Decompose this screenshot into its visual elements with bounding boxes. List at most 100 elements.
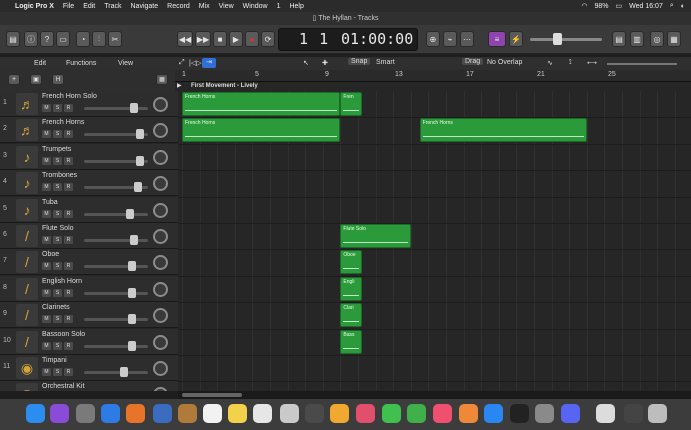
volume-fader-knob[interactable] [130, 103, 138, 113]
mute-button[interactable]: M [42, 156, 51, 165]
menu-file[interactable]: File [63, 3, 74, 10]
track-name[interactable]: Timpani [42, 357, 67, 364]
editors-button[interactable]: ✂ [108, 31, 122, 47]
automation-icon[interactable]: ⤢ [179, 59, 185, 67]
books-icon[interactable] [459, 404, 478, 423]
snap-value-select[interactable]: Smart [376, 59, 395, 66]
instrument-icon[interactable]: / [16, 225, 38, 247]
track-name[interactable]: Trumpets [42, 146, 71, 153]
mute-button[interactable]: M [42, 130, 51, 139]
instrument-icon[interactable]: ◉ [16, 383, 38, 391]
record-enable-button[interactable]: R [64, 288, 73, 297]
clock[interactable]: Wed 16:07 [629, 3, 663, 10]
record-enable-button[interactable]: R [64, 262, 73, 271]
solo-button[interactable]: S [53, 130, 62, 139]
volume-fader-knob[interactable] [128, 261, 136, 272]
midi-region[interactable]: French Horns [182, 92, 341, 116]
menu-1[interactable]: 1 [277, 3, 281, 10]
pencil-tool-icon[interactable]: ✚ [322, 59, 328, 67]
track-row[interactable]: 10 / Bassoon Solo M S R [0, 328, 178, 355]
mute-button[interactable]: M [42, 236, 51, 244]
arrange-area[interactable]: French Horns Fren French Horns French Horns… [178, 91, 691, 391]
pan-knob[interactable] [153, 281, 168, 297]
finder-icon[interactable] [26, 404, 45, 423]
track-name[interactable]: English Horn [42, 278, 82, 285]
pan-knob[interactable] [153, 123, 168, 139]
smart-controls-button[interactable]: ◔ [76, 31, 90, 47]
battery-level[interactable]: 98% [594, 3, 608, 10]
library-button[interactable]: ▤ [6, 31, 20, 47]
pan-knob[interactable] [153, 97, 168, 112]
view-menu[interactable]: View [118, 60, 133, 67]
instrument-icon[interactable]: ♬ [16, 93, 38, 115]
record-button[interactable]: ● [245, 31, 259, 47]
menu-navigate[interactable]: Navigate [131, 3, 159, 10]
track-row[interactable]: 9 / Clarinets M S R [0, 302, 178, 329]
volume-fader-knob[interactable] [134, 182, 142, 193]
mute-button[interactable]: M [42, 315, 51, 324]
bag-icon[interactable] [624, 404, 643, 423]
terminal-icon[interactable] [510, 404, 529, 423]
track-name[interactable]: French Horn Solo [42, 93, 97, 100]
zoom-slider[interactable] [607, 63, 677, 65]
track-row[interactable]: 8 / English Horn M S R [0, 275, 178, 302]
photos-icon[interactable] [356, 404, 375, 423]
master-volume-knob[interactable] [553, 33, 562, 45]
track-row[interactable]: 4 ♪ Trombones M S R [0, 170, 178, 197]
quick-help-button[interactable]: ? [40, 31, 54, 47]
track-row[interactable]: 6 / Flute Solo M S R [0, 223, 178, 249]
record-enable-button[interactable]: R [64, 341, 73, 350]
horizontal-scrollbar[interactable] [178, 391, 691, 399]
volume-fader-knob[interactable] [136, 129, 144, 140]
track-name[interactable]: Oboe [42, 251, 59, 258]
mute-button[interactable]: M [42, 288, 51, 297]
volume-fader[interactable] [84, 265, 148, 269]
instrument-icon[interactable]: ♪ [16, 172, 38, 195]
mute-button[interactable]: M [42, 183, 51, 192]
lcd-display[interactable]: 1 1 01:00:00 [278, 28, 418, 51]
track-row[interactable]: 3 ♪ Trumpets M S R [0, 143, 178, 170]
track-row[interactable]: 1 ♬ French Horn Solo M S R [0, 91, 178, 117]
track-row[interactable]: 5 ♪ Tuba M S R [0, 196, 178, 223]
midi-region[interactable]: French Horns [419, 118, 587, 143]
volume-fader[interactable] [84, 344, 148, 348]
discord-icon[interactable] [561, 404, 580, 423]
pan-knob[interactable] [153, 387, 168, 391]
mute-button[interactable]: M [42, 341, 51, 350]
firefox-icon[interactable] [126, 404, 145, 423]
count-in-button[interactable]: ⋯ [460, 31, 474, 47]
solo-button[interactable]: ⚡ [509, 31, 523, 47]
track-name[interactable]: Bassoon Solo [42, 331, 85, 338]
record-enable-button[interactable]: R [64, 368, 73, 376]
tuner-button[interactable]: ⌁ [443, 31, 457, 47]
functions-menu[interactable]: Functions [66, 60, 96, 67]
track-row[interactable]: 7 / Oboe M S R [0, 249, 178, 276]
mixer-button[interactable]: ⫶ [92, 31, 106, 47]
pointer-tool-icon[interactable]: ↖ [303, 59, 309, 67]
list-editors-button[interactable]: ▤ [612, 31, 626, 47]
master-volume-slider[interactable] [530, 38, 602, 41]
track-row[interactable]: ◉Orchestral KitMSR [0, 381, 178, 391]
menu-record[interactable]: Record [167, 3, 190, 10]
solo-button[interactable]: S [53, 315, 62, 324]
scroll-thumb[interactable] [182, 393, 242, 397]
ruler[interactable]: 1 5 9 13 17 21 25 [175, 70, 691, 82]
volume-fader-knob[interactable] [128, 287, 136, 298]
instrument-icon[interactable]: ♪ [16, 145, 38, 168]
instrument-icon[interactable]: ♪ [16, 198, 38, 221]
folder-button[interactable]: ▣ [30, 74, 42, 85]
marker-track[interactable]: ▶ First Movement - Lively [175, 82, 691, 91]
waveform-zoom-icon[interactable]: ∿ [547, 59, 553, 67]
rewind-button[interactable]: ◀◀ [177, 31, 193, 47]
safari-icon[interactable] [101, 404, 120, 423]
wifi-icon[interactable]: ◠ [581, 2, 587, 10]
volume-fader[interactable] [84, 371, 148, 374]
volume-fader-knob[interactable] [120, 367, 128, 377]
pan-knob[interactable] [153, 229, 168, 244]
solo-button[interactable]: S [53, 262, 62, 271]
record-enable-button[interactable]: R [64, 315, 73, 324]
messages-icon[interactable] [382, 404, 401, 423]
solo-button[interactable]: S [53, 236, 62, 244]
record-enable-button[interactable]: R [64, 130, 73, 139]
volume-fader[interactable] [84, 318, 148, 322]
